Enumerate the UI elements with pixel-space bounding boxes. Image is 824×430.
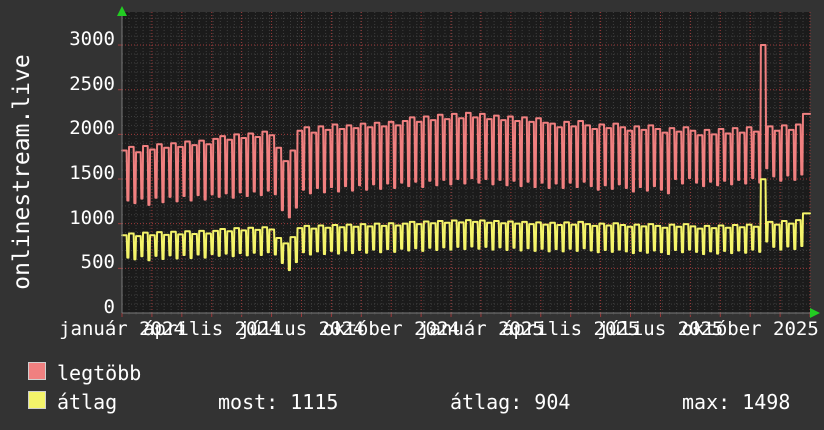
stat-max: max: 1498 [682,390,790,414]
stat-max-value: 1498 [742,390,790,414]
x-tick-label: október 2025 [682,318,819,340]
legend-swatch-max-icon [28,362,46,380]
stat-most: most: 1115 [218,390,338,414]
chart-plot-area [116,6,824,328]
y-tick-label: 3000 [30,28,115,50]
stat-most-label: most: [218,390,278,414]
stat-most-value: 1115 [290,390,338,414]
stat-avg-value: 904 [534,390,570,414]
legend-swatch-avg-icon [28,391,46,409]
graph-window: onlinestream.live 0500100015002000250030… [0,0,824,430]
stat-avg: átlag: 904 [450,390,570,414]
axis-up-arrow-icon [117,6,127,16]
legend-label-max: legtöbb [57,361,141,385]
y-tick-label: 2000 [30,117,115,139]
stat-avg-label: átlag: [450,390,522,414]
y-tick-label: 2500 [30,73,115,95]
legend-label-avg: átlag [57,390,117,414]
axis-right-arrow-icon [810,308,820,318]
y-tick-label: 1500 [30,162,115,184]
y-tick-label: 1000 [30,207,115,229]
stat-max-label: max: [682,390,730,414]
y-tick-label: 500 [30,251,115,273]
y-tick-label: 0 [30,296,115,318]
